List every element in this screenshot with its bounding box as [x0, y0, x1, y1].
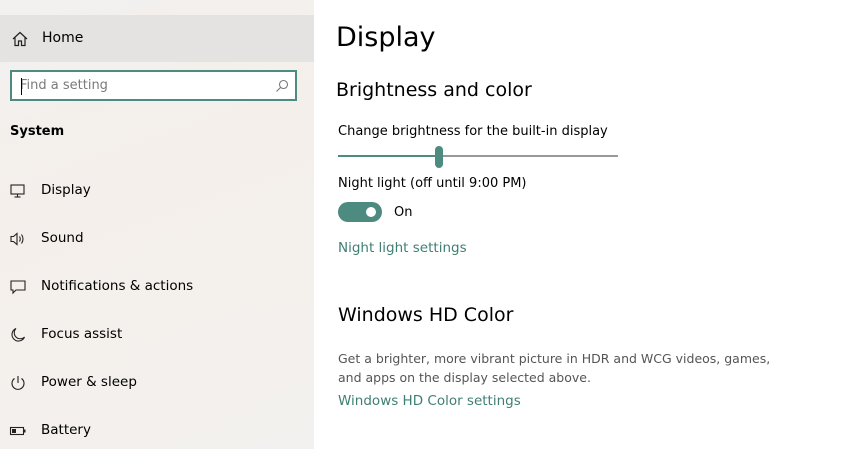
home-icon [11, 30, 29, 48]
sidebar-item-notifications[interactable]: Notifications & actions [0, 271, 314, 303]
search-icon[interactable] [275, 79, 289, 93]
sidebar-item-battery[interactable]: Battery [0, 415, 314, 447]
sidebar-item-home[interactable]: Home [0, 15, 314, 62]
hd-color-description: Get a brighter, more vibrant picture in … [338, 351, 771, 385]
search-input[interactable] [20, 76, 260, 95]
sidebar-item-sound[interactable]: Sound [0, 223, 314, 255]
battery-icon [9, 422, 27, 440]
night-light-label: Night light (off until 9:00 PM) [338, 176, 527, 191]
search-box[interactable] [10, 70, 297, 101]
notification-icon [9, 278, 27, 296]
sidebar-item-label: Notifications & actions [41, 278, 194, 294]
text-caret [21, 78, 22, 95]
slider-fill [338, 155, 439, 157]
hd-color-title: Windows HD Color [338, 304, 514, 326]
sidebar-item-focus-assist[interactable]: Focus assist [0, 319, 314, 351]
power-icon [9, 374, 27, 392]
speaker-icon [9, 230, 27, 248]
section-title: System [10, 124, 65, 139]
sidebar-item-label: Display [41, 182, 91, 198]
night-light-settings-link[interactable]: Night light settings [338, 240, 467, 256]
night-light-toggle[interactable] [338, 202, 382, 222]
sidebar-item-label: Battery [41, 422, 91, 438]
main-content: Display Brightness and color Change brig… [314, 0, 853, 449]
slider-thumb[interactable] [435, 146, 443, 168]
toggle-state-label: On [394, 205, 413, 220]
sidebar-item-label: Sound [41, 230, 84, 246]
page-title: Display [336, 22, 436, 53]
sidebar-item-display[interactable]: Display [0, 175, 314, 207]
brightness-section-title: Brightness and color [336, 79, 532, 101]
sidebar-item-label: Focus assist [41, 326, 123, 342]
toggle-knob [366, 207, 376, 217]
brightness-slider[interactable] [338, 146, 618, 168]
brightness-label: Change brightness for the built-in displ… [338, 124, 608, 139]
sidebar-item-label: Home [42, 30, 84, 46]
hd-color-settings-link[interactable]: Windows HD Color settings [338, 393, 521, 409]
monitor-icon [9, 182, 27, 200]
sidebar-item-label: Power & sleep [41, 374, 137, 390]
sidebar-item-power-sleep[interactable]: Power & sleep [0, 367, 314, 399]
sidebar: Home System Display Sound Notifications … [0, 0, 314, 449]
moon-icon [9, 326, 27, 344]
